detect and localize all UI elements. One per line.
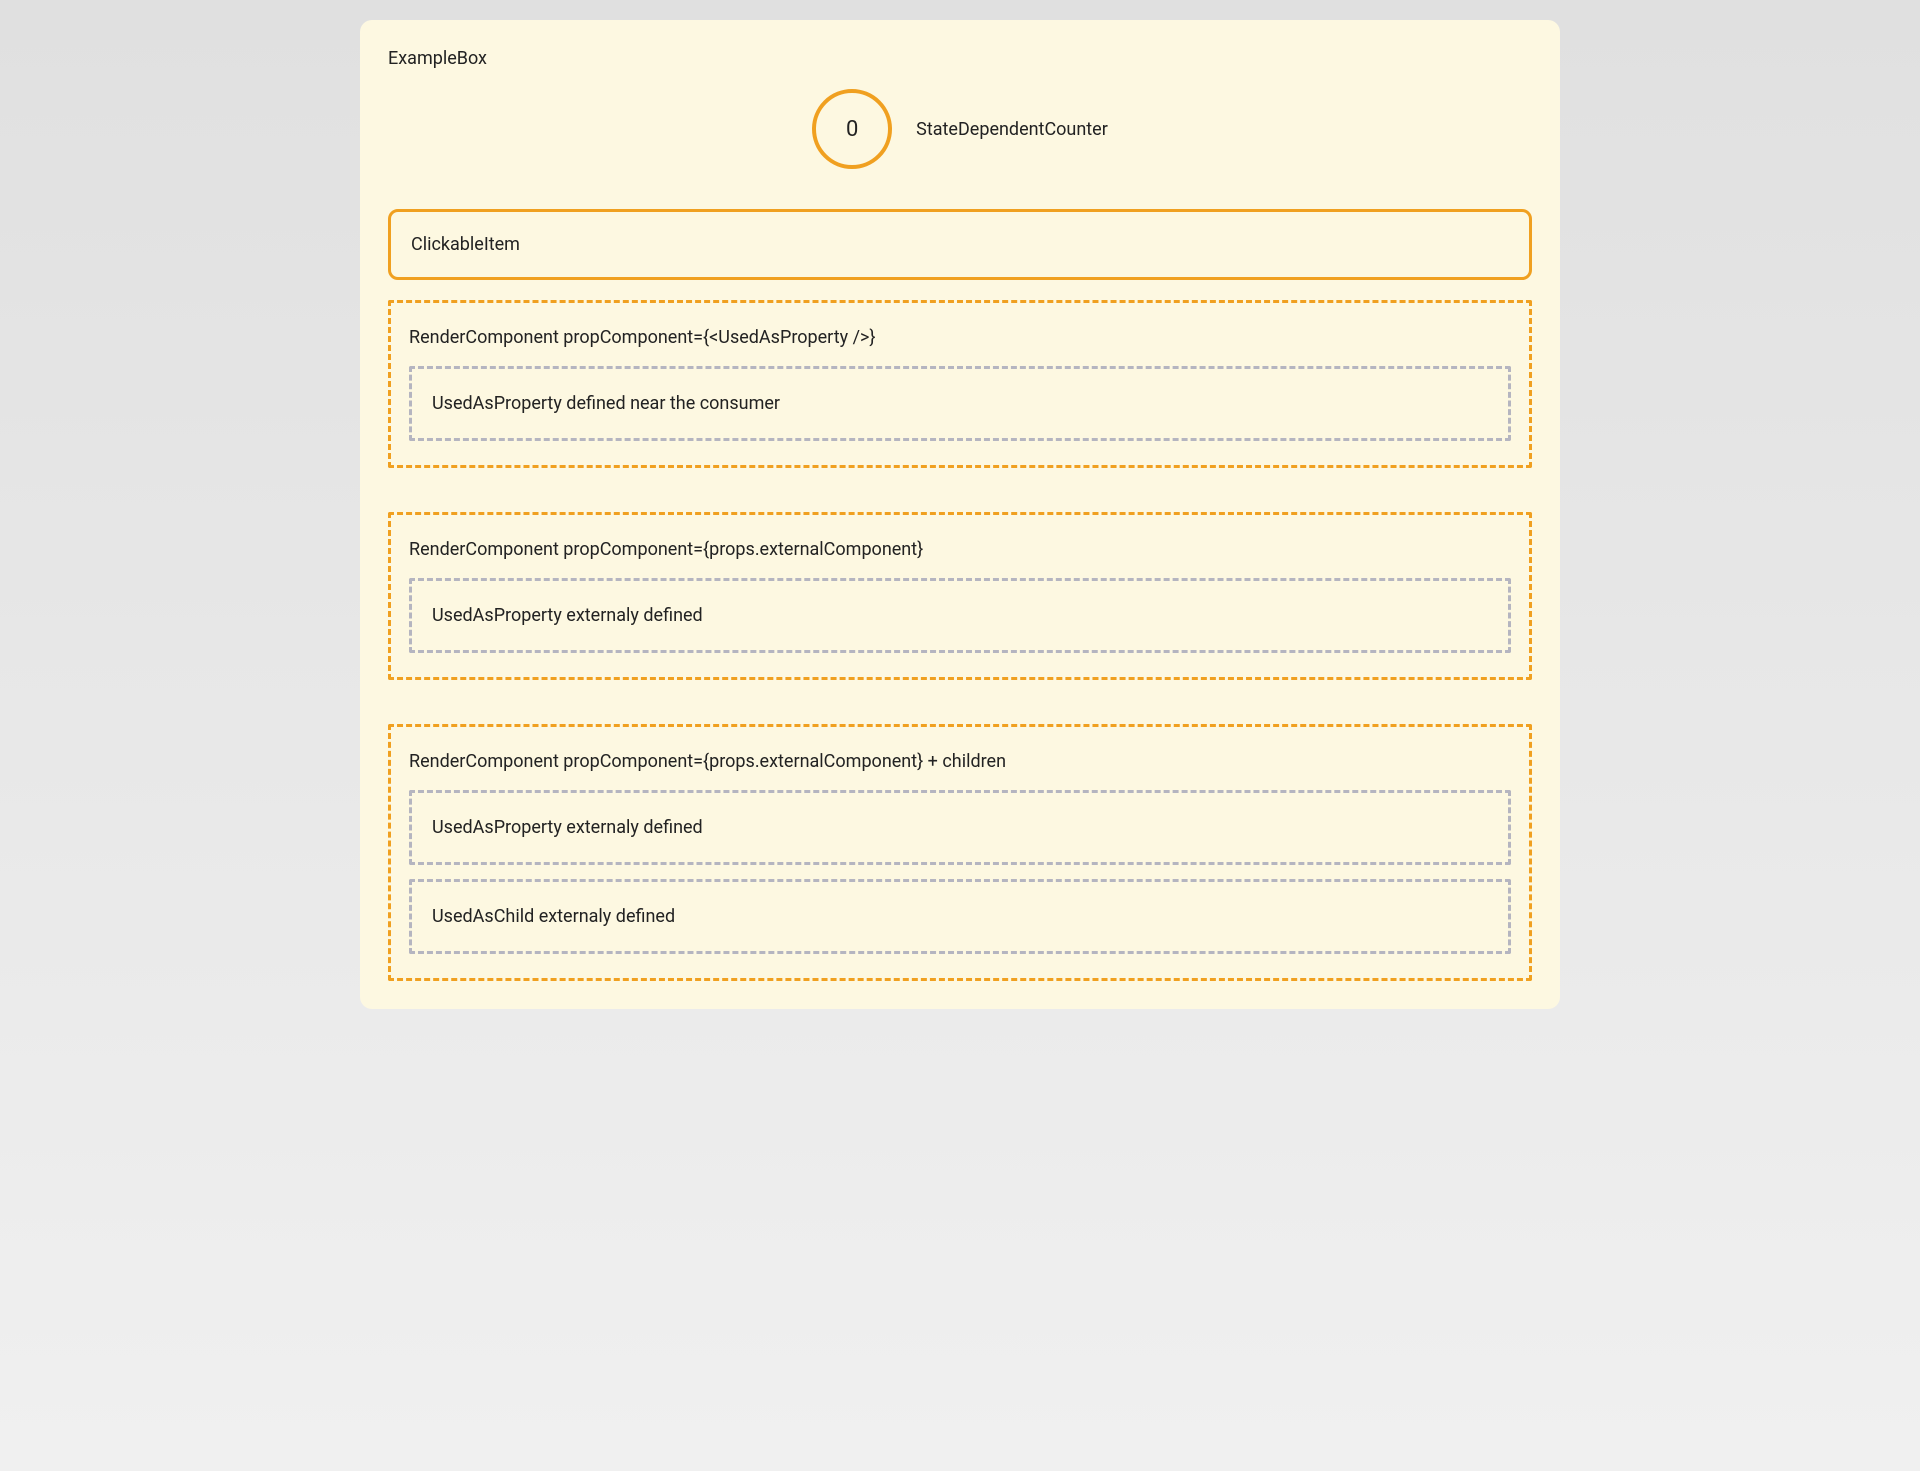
inner-box-label: UsedAsProperty externaly defined (432, 817, 703, 838)
render-component-1: RenderComponent propComponent={props.ext… (388, 512, 1532, 680)
counter-circle: 0 (812, 89, 892, 169)
counter-label: StateDependentCounter (916, 119, 1108, 140)
counter-value: 0 (846, 117, 858, 142)
render-component-2: RenderComponent propComponent={props.ext… (388, 724, 1532, 981)
clickable-item-label: ClickableItem (411, 234, 520, 255)
example-box: ExampleBox 0 StateDependentCounter Click… (360, 20, 1560, 1009)
example-box-title: ExampleBox (388, 48, 1532, 69)
counter-row: 0 StateDependentCounter (388, 89, 1532, 169)
inner-box-label: UsedAsChild externaly defined (432, 906, 675, 927)
render-component-title: RenderComponent propComponent={<UsedAsPr… (409, 327, 1511, 348)
inner-box: UsedAsChild externaly defined (409, 879, 1511, 954)
inner-box-label: UsedAsProperty externaly defined (432, 605, 703, 626)
render-component-title: RenderComponent propComponent={props.ext… (409, 539, 1511, 560)
clickable-item[interactable]: ClickableItem (388, 209, 1532, 280)
inner-box: UsedAsProperty externaly defined (409, 790, 1511, 865)
inner-box: UsedAsProperty externaly defined (409, 578, 1511, 653)
render-component-0: RenderComponent propComponent={<UsedAsPr… (388, 300, 1532, 468)
inner-box-label: UsedAsProperty defined near the consumer (432, 393, 780, 414)
render-component-title: RenderComponent propComponent={props.ext… (409, 751, 1511, 772)
inner-box: UsedAsProperty defined near the consumer (409, 366, 1511, 441)
